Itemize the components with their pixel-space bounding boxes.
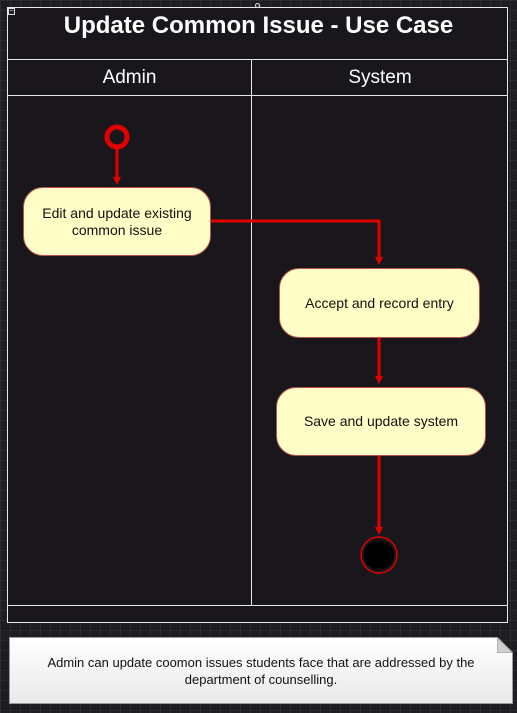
end-node-icon — [360, 536, 398, 574]
flow-connectors — [104, 124, 398, 574]
activity-edit-label: Edit and update existing common issue — [42, 204, 192, 238]
note-text: Admin can update coomon issues students … — [47, 654, 475, 687]
activity-edit-common-issue[interactable]: Edit and update existing common issue — [23, 187, 211, 256]
activity-accept-record-entry[interactable]: Accept and record entry — [279, 268, 480, 338]
diagram-note[interactable]: Admin can update coomon issues students … — [9, 637, 513, 704]
activity-save-label: Save and update system — [303, 413, 459, 429]
activity-accept-label: Accept and record entry — [305, 294, 454, 311]
activity-save-update-system[interactable]: Save and update system — [276, 387, 486, 456]
arrow-edit-to-accept — [210, 219, 383, 265]
note-fold-icon — [497, 637, 513, 653]
start-node-icon — [104, 124, 130, 150]
